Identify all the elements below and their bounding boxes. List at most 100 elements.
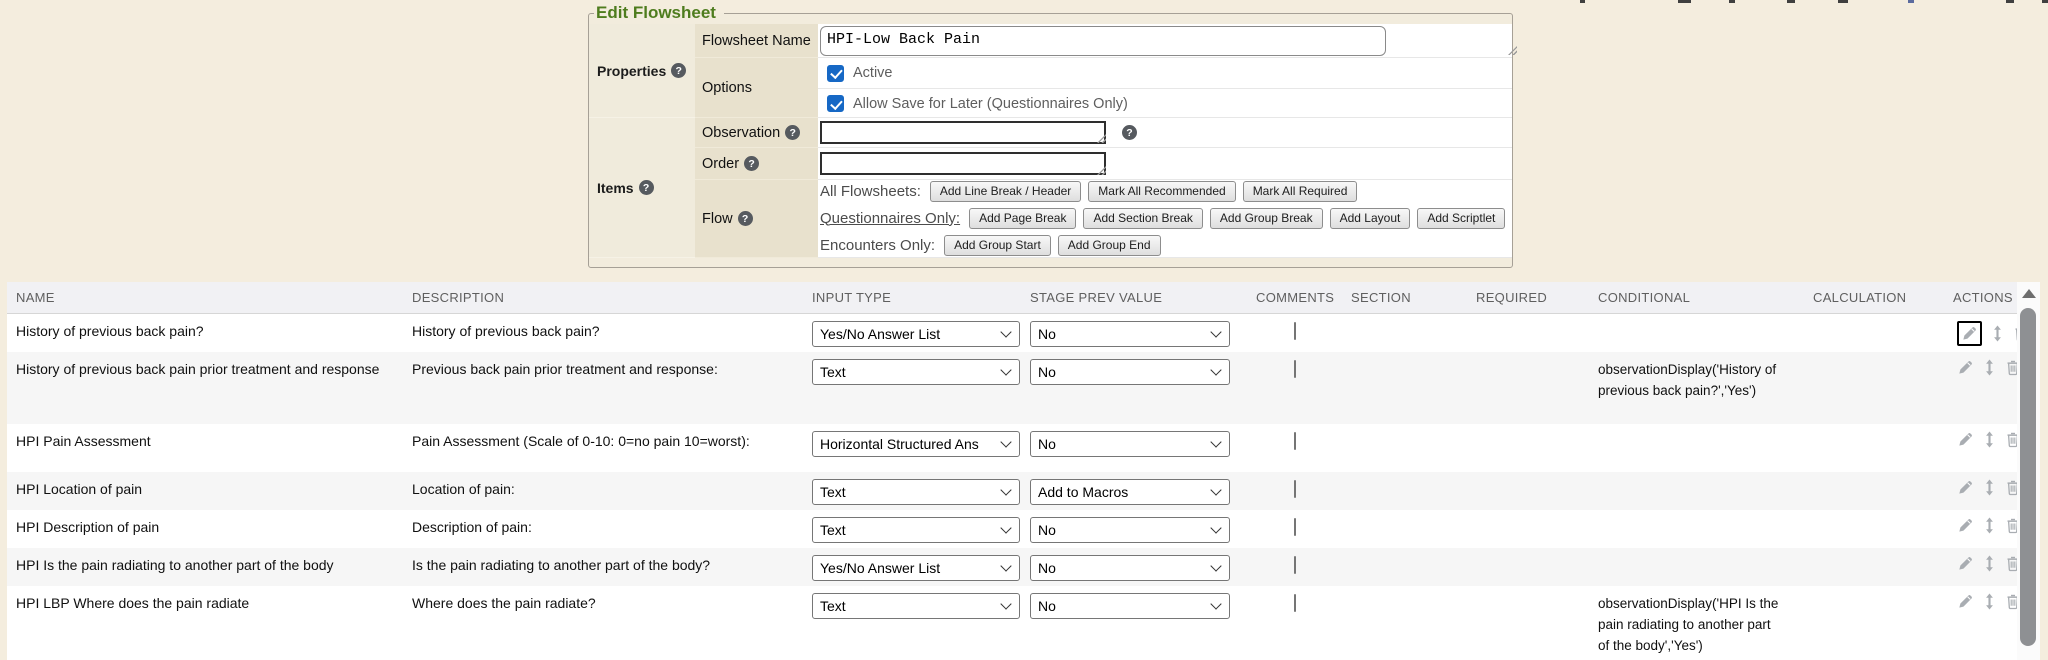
move-item-button[interactable]	[1983, 593, 1996, 610]
flow-cell: All Flowsheets:Add Line Break / HeaderMa…	[818, 180, 1512, 258]
options-cell: ActiveAllow Save for Later (Questionnair…	[818, 58, 1512, 118]
comments-checkbox[interactable]	[1294, 360, 1296, 378]
delete-item-button[interactable]	[2005, 431, 2017, 448]
stage-prev-value-select[interactable]: No	[1030, 593, 1230, 619]
help-icon[interactable]: ?	[671, 63, 686, 78]
input-type-select[interactable]: Text	[812, 593, 1020, 619]
flow-button-add-scriptlet[interactable]: Add Scriptlet	[1417, 208, 1505, 229]
observation-input[interactable]	[820, 121, 1106, 144]
input-type-select[interactable]: Text	[812, 359, 1020, 385]
stage-prev-value-select[interactable]: No	[1030, 359, 1230, 385]
edit-icon	[1957, 555, 1974, 572]
conditional-cell: observationDisplay('History of previous …	[1589, 352, 1804, 424]
stage-prev-value-select[interactable]: No	[1030, 321, 1230, 347]
flow-button-add-layout[interactable]: Add Layout	[1330, 208, 1411, 229]
stage-prev-value-select[interactable]: No	[1030, 431, 1230, 457]
chevron-down-icon	[1210, 326, 1221, 337]
item-description: Pain Assessment (Scale of 0-10: 0=no pai…	[403, 424, 803, 472]
edit-icon	[1961, 325, 1978, 342]
resize-handle-icon[interactable]	[1508, 46, 1517, 55]
comments-checkbox[interactable]	[1294, 432, 1296, 450]
stage-prev-value: Add to Macros	[1038, 482, 1208, 502]
flow-button-add-page-break[interactable]: Add Page Break	[969, 208, 1076, 229]
actions	[1953, 321, 2011, 346]
edit-item-button[interactable]	[1957, 431, 1974, 448]
edit-item-button[interactable]	[1961, 325, 1978, 342]
flow-button-add-section-break[interactable]: Add Section Break	[1083, 208, 1202, 229]
column-header-actions: ACTIONS	[1944, 282, 2017, 314]
stage-prev-value: No	[1038, 324, 1208, 344]
move-item-button[interactable]	[1983, 359, 1996, 376]
input-type-select[interactable]: Yes/No Answer List	[812, 321, 1020, 347]
scrollbar-thumb[interactable]	[2020, 308, 2036, 646]
help-icon[interactable]: ?	[744, 156, 759, 171]
chevron-down-icon	[1000, 598, 1011, 609]
move-item-button[interactable]	[1983, 431, 1996, 448]
flowsheet-name-cell: HPI-Low Back Pain	[818, 24, 1512, 58]
flow-button-mark-all-recommended[interactable]: Mark All Recommended	[1088, 181, 1235, 202]
option-checkbox-active[interactable]	[827, 65, 844, 82]
flowsheet-properties-form: Properties ? Flowsheet Name HPI-Low Back…	[589, 24, 1512, 258]
stage-prev-value: No	[1038, 558, 1208, 578]
edit-item-button[interactable]	[1957, 593, 1974, 610]
move-item-button[interactable]	[1983, 517, 1996, 534]
help-icon[interactable]: ?	[1122, 125, 1137, 140]
flow-button-add-line-break-header[interactable]: Add Line Break / Header	[930, 181, 1081, 202]
edit-item-button[interactable]	[1957, 555, 1974, 572]
comments-checkbox[interactable]	[1294, 480, 1296, 498]
vertical-scrollbar[interactable]	[2017, 282, 2040, 660]
delete-item-button[interactable]	[2005, 479, 2017, 496]
item-description-text: Where does the pain radiate?	[412, 593, 752, 613]
flow-button-add-group-break[interactable]: Add Group Break	[1210, 208, 1323, 229]
required-cell	[1467, 548, 1589, 586]
move-item-button[interactable]	[1983, 479, 1996, 496]
delete-item-button[interactable]	[2005, 555, 2017, 572]
input-type-select[interactable]: Text	[812, 517, 1020, 543]
comments-checkbox[interactable]	[1294, 518, 1296, 536]
help-icon[interactable]: ?	[738, 211, 753, 226]
comments-checkbox[interactable]	[1294, 322, 1296, 340]
stage-prev-value: No	[1038, 434, 1208, 454]
column-header-calculation: CALCULATION	[1804, 282, 1944, 314]
conditional-cell	[1589, 424, 1804, 472]
flow-button-mark-all-required[interactable]: Mark All Required	[1243, 181, 1358, 202]
delete-item-button[interactable]	[2005, 593, 2017, 610]
flow-button-add-group-start[interactable]: Add Group Start	[944, 235, 1051, 256]
stage-prev-value-select[interactable]: No	[1030, 555, 1230, 581]
comments-cell	[1247, 510, 1342, 548]
conditional-expression: observationDisplay('HPI Is the pain radi…	[1598, 593, 1783, 656]
help-icon[interactable]: ?	[639, 180, 654, 195]
column-header-description: DESCRIPTION	[403, 282, 803, 314]
flowsheet-name-textarea[interactable]: HPI-Low Back Pain	[820, 26, 1386, 56]
order-input[interactable]	[820, 152, 1106, 175]
table-row: HPI Is the pain radiating to another par…	[7, 548, 2017, 586]
delete-item-button[interactable]	[2005, 359, 2017, 376]
comments-checkbox[interactable]	[1294, 556, 1296, 574]
focused-edit-button-ring	[1957, 321, 1982, 346]
help-icon[interactable]: ?	[785, 125, 800, 140]
edit-item-button[interactable]	[1957, 359, 1974, 376]
move-item-button[interactable]	[1991, 325, 2004, 342]
input-type-select[interactable]: Text	[812, 479, 1020, 505]
table-row: HPI Description of painDescription of pa…	[7, 510, 2017, 548]
chevron-down-icon	[1210, 560, 1221, 571]
edit-item-button[interactable]	[1957, 517, 1974, 534]
option-checkbox-allow-save[interactable]	[827, 95, 844, 112]
required-cell	[1467, 424, 1589, 472]
cutoff-text-fragment	[1580, 0, 1585, 3]
scroll-up-button[interactable]	[2017, 282, 2040, 304]
comments-checkbox[interactable]	[1294, 594, 1296, 612]
input-type-select[interactable]: Horizontal Structured Ans	[812, 431, 1020, 457]
flow-button-add-group-end[interactable]: Add Group End	[1058, 235, 1161, 256]
stage-prev-value-cell: No	[1021, 548, 1247, 586]
edit-flowsheet-panel: Edit Flowsheet Properties ? Flowsheet Na…	[588, 3, 1513, 268]
input-type-select[interactable]: Yes/No Answer List	[812, 555, 1020, 581]
calculation-cell	[1804, 314, 1944, 353]
section-cell	[1342, 586, 1467, 660]
move-item-button[interactable]	[1983, 555, 1996, 572]
stage-prev-value-select[interactable]: Add to Macros	[1030, 479, 1230, 505]
stage-prev-value-select[interactable]: No	[1030, 517, 1230, 543]
input-type-cell: Yes/No Answer List	[803, 314, 1021, 353]
delete-item-button[interactable]	[2005, 517, 2017, 534]
edit-item-button[interactable]	[1957, 479, 1974, 496]
